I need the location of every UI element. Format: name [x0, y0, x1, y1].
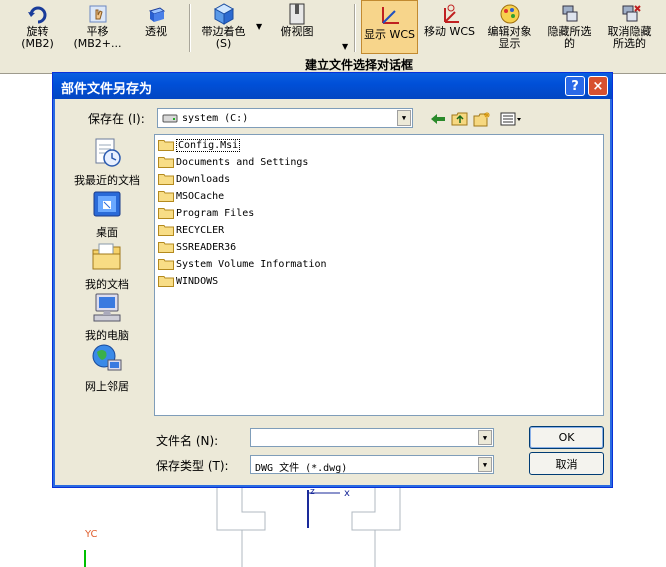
help-button[interactable]: ?: [565, 76, 585, 96]
file-name: Program Files: [176, 207, 255, 219]
save-in-value: system (C:): [182, 112, 249, 124]
back-button[interactable]: [429, 111, 447, 127]
close-button[interactable]: ×: [588, 76, 608, 96]
save-in-label: 保存在 (I):: [88, 112, 145, 126]
file-name: Config.Msi: [176, 138, 241, 152]
file-list[interactable]: Config.Msi Documents and Settings Downlo…: [154, 134, 604, 416]
file-name: SSREADER36: [176, 241, 237, 253]
drive-icon: [162, 114, 178, 123]
folder-icon: [158, 157, 174, 168]
close-icon: ×: [592, 78, 604, 94]
view-menu-button[interactable]: [499, 111, 523, 127]
save-in-dropdown[interactable]: system (C:) ▼: [157, 108, 413, 128]
filename-dropdown-arrow[interactable]: ▼: [478, 430, 492, 445]
list-item[interactable]: System Volume Information: [158, 256, 327, 272]
my-computer-icon: [90, 291, 124, 325]
file-name: MSOCache: [176, 190, 225, 202]
desktop-icon: [90, 188, 124, 222]
folder-icon: [158, 242, 174, 253]
up-folder-icon: [451, 112, 468, 126]
my-documents-icon: [90, 240, 124, 274]
cancel-label: 取消: [555, 457, 578, 471]
list-item[interactable]: MSOCache: [158, 188, 224, 204]
network-places-label: 网上邻居: [85, 380, 129, 393]
file-name: Downloads: [176, 173, 231, 185]
x-axis-label: x: [344, 488, 350, 499]
list-item[interactable]: RECYCLER: [158, 222, 224, 238]
list-item[interactable]: SSREADER36: [158, 239, 236, 255]
view-list-icon: [500, 112, 521, 126]
folder-icon: [158, 225, 174, 236]
filetype-label: 保存类型 (T):: [156, 459, 229, 473]
z-axis-label: z: [310, 487, 315, 497]
recent-documents-icon: [90, 136, 124, 170]
places-my-computer[interactable]: 我的电脑: [63, 291, 151, 343]
folder-icon: [158, 259, 174, 270]
save-in-dropdown-arrow[interactable]: ▼: [397, 110, 411, 126]
yc-axis-line: [84, 550, 86, 567]
cancel-button[interactable]: 取消: [529, 452, 604, 475]
list-item[interactable]: Downloads: [158, 171, 230, 187]
places-desktop[interactable]: 桌面: [63, 188, 151, 240]
places-my-documents[interactable]: 我的文档: [63, 240, 151, 292]
places-recent-documents[interactable]: 我最近的文档: [63, 136, 151, 188]
places-network[interactable]: 网上邻居: [63, 342, 151, 394]
help-icon: ?: [571, 78, 579, 94]
list-item[interactable]: Program Files: [158, 205, 254, 221]
filename-input[interactable]: ▼: [250, 428, 494, 447]
folder-icon: [158, 140, 174, 151]
file-name: RECYCLER: [176, 224, 225, 236]
file-name: System Volume Information: [176, 258, 327, 270]
yc-axis-label: YC: [85, 529, 98, 540]
new-folder-icon: [473, 112, 490, 127]
desktop-label: 桌面: [96, 226, 118, 239]
filename-label: 文件名 (N):: [156, 434, 219, 448]
file-name: Documents and Settings: [176, 156, 309, 168]
filetype-dropdown[interactable]: DWG 文件 (*.dwg) ▼: [250, 455, 494, 474]
ok-label: OK: [558, 431, 575, 444]
filetype-dropdown-arrow[interactable]: ▼: [478, 457, 492, 472]
list-item[interactable]: Documents and Settings: [158, 154, 308, 170]
list-item[interactable]: Config.Msi: [158, 137, 241, 153]
dialog-titlebar[interactable]: 部件文件另存为 ? ×: [53, 73, 612, 99]
network-places-icon: [90, 342, 124, 376]
filetype-value: DWG 文件 (*.dwg): [255, 463, 348, 474]
back-arrow-icon: [431, 114, 445, 124]
folder-icon: [158, 276, 174, 287]
up-folder-button[interactable]: [451, 111, 469, 127]
list-item[interactable]: WINDOWS: [158, 273, 218, 289]
new-folder-button[interactable]: [473, 111, 491, 127]
save-part-as-dialog: 部件文件另存为 ? × 保存在 (I): system (C:) ▼ 我最近的文…: [52, 72, 613, 488]
folder-icon: [158, 191, 174, 202]
folder-icon: [158, 208, 174, 219]
folder-icon: [158, 174, 174, 185]
recent-documents-label: 我最近的文档: [74, 174, 140, 187]
dialog-title: 部件文件另存为: [61, 82, 153, 97]
ok-button[interactable]: OK: [529, 426, 604, 449]
file-name: WINDOWS: [176, 275, 219, 287]
my-computer-label: 我的电脑: [85, 329, 129, 342]
my-documents-label: 我的文档: [85, 278, 129, 291]
